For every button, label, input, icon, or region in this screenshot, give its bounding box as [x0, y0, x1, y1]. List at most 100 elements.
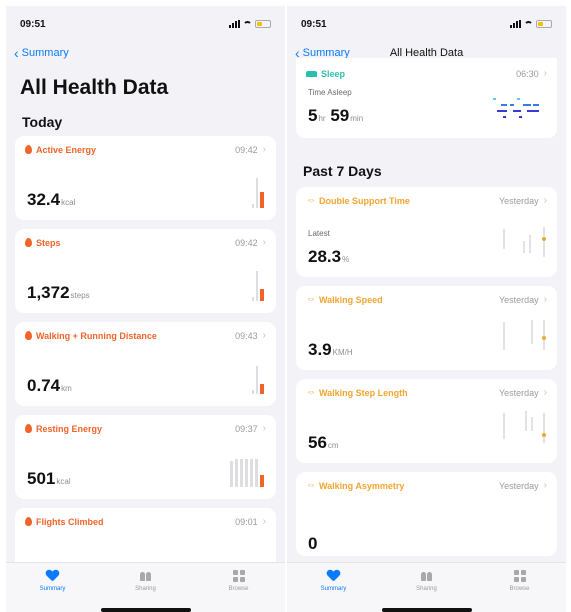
- card-list: ⇔ Double Support Time Yesterday › Latest 2…: [287, 187, 566, 556]
- tab-label: Browse: [228, 586, 249, 592]
- status-bar: 09:51: [6, 6, 285, 42]
- chevron-right-icon: ›: [262, 237, 266, 248]
- card-time: Yesterday: [498, 480, 539, 491]
- flame-icon: [25, 145, 32, 154]
- card-title: Active Energy: [36, 144, 97, 155]
- tab-sharing[interactable]: Sharing: [116, 569, 176, 592]
- tab-bar: Summary Sharing Browse: [6, 562, 285, 612]
- value-unit: steps: [70, 291, 90, 300]
- wifi-icon: [243, 20, 252, 28]
- right-screen: 09:51 ‹ Summary All Health Data Sleep 06…: [287, 6, 566, 612]
- card-sub-label: Time Asleep: [308, 88, 352, 97]
- tab-sharing[interactable]: Sharing: [397, 569, 457, 592]
- mini-chart: [230, 459, 264, 487]
- value-number: 1,372: [27, 283, 70, 302]
- status-time: 09:51: [20, 18, 46, 30]
- minutes-number: 59: [330, 106, 350, 125]
- card-walking-asymmetry[interactable]: ⇔ Walking Asymmetry Yesterday › 0: [296, 472, 557, 556]
- mini-chart: [252, 366, 264, 394]
- card-resting-energy[interactable]: Resting Energy 09:37 › 501kcal: [15, 415, 276, 499]
- left-screen: 09:51 ‹ Summary All Health Data Today Ac…: [6, 6, 285, 612]
- chevron-right-icon: ›: [262, 516, 266, 527]
- card-title: Walking Speed: [319, 294, 383, 305]
- card-list: Sleep 06:30 › Time Asleep 5hr 59min: [287, 58, 566, 138]
- back-button[interactable]: Summary: [22, 47, 69, 59]
- tab-summary[interactable]: Summary: [23, 569, 83, 592]
- card-title: Sleep: [321, 68, 346, 79]
- tab-summary[interactable]: Summary: [304, 569, 364, 592]
- value-unit: KM/H: [332, 348, 353, 357]
- card-sleep[interactable]: Sleep 06:30 › Time Asleep 5hr 59min: [296, 58, 557, 138]
- card-value: 3.9KM/H: [308, 340, 353, 360]
- value-unit: km: [61, 384, 72, 393]
- section-header: Past 7 Days: [303, 163, 382, 179]
- minutes-unit: min: [350, 114, 364, 123]
- flame-icon: [25, 517, 32, 526]
- card-list: Active Energy 09:42 › 32.4kcal Steps 09:4…: [6, 136, 285, 592]
- heart-icon: [327, 570, 340, 583]
- battery-icon: [536, 20, 552, 28]
- card-value: 56cm: [308, 433, 339, 453]
- card-double-support-time[interactable]: ⇔ Double Support Time Yesterday › Latest 2…: [296, 187, 557, 277]
- status-time: 09:51: [301, 18, 327, 30]
- value-number: 56: [308, 433, 327, 452]
- walking-icon: ⇔: [306, 387, 316, 398]
- card-value: 0: [308, 534, 317, 554]
- nav-bar: ‹ Summary: [6, 42, 285, 64]
- mini-chart: [501, 316, 546, 356]
- battery-icon: [255, 20, 271, 28]
- grid-icon: [232, 570, 245, 582]
- people-icon: [140, 571, 151, 581]
- value-unit: %: [342, 255, 350, 264]
- card-value: 5hr 59min: [308, 106, 363, 126]
- bed-icon: [306, 70, 317, 77]
- heart-icon: [46, 570, 59, 583]
- tab-label: Summary: [320, 586, 347, 592]
- card-walking-speed[interactable]: ⇔ Walking Speed Yesterday › 3.9KM/H: [296, 286, 557, 370]
- mini-chart: [252, 178, 264, 208]
- mini-chart: [501, 223, 546, 263]
- people-icon: [421, 571, 432, 581]
- wifi-icon: [524, 20, 533, 28]
- card-walking-step-length[interactable]: ⇔ Walking Step Length Yesterday › 56cm: [296, 379, 557, 463]
- walking-icon: ⇔: [306, 294, 316, 305]
- status-icons: [229, 20, 271, 28]
- value-number: 0.74: [27, 376, 61, 395]
- card-title: Resting Energy: [36, 423, 103, 434]
- card-value: 32.4kcal: [27, 190, 75, 210]
- card-walking-running-distance[interactable]: Walking + Running Distance 09:43 › 0.74km: [15, 322, 276, 406]
- back-chevron-icon[interactable]: ‹: [14, 46, 19, 60]
- card-time: 09:37: [235, 423, 258, 434]
- home-indicator: [381, 608, 472, 612]
- tab-browse[interactable]: Browse: [490, 569, 550, 592]
- home-indicator: [100, 608, 191, 612]
- card-value: 1,372steps: [27, 283, 90, 303]
- chevron-right-icon: ›: [543, 387, 547, 398]
- chevron-right-icon: ›: [543, 68, 547, 79]
- walking-icon: ⇔: [306, 480, 316, 491]
- card-title: Steps: [36, 237, 61, 248]
- tab-bar: Summary Sharing Browse: [287, 562, 566, 612]
- chevron-right-icon: ›: [543, 195, 547, 206]
- card-steps[interactable]: Steps 09:42 › 1,372steps: [15, 229, 276, 313]
- card-time: 09:43: [235, 330, 258, 341]
- value-number: 28.3: [308, 247, 342, 266]
- card-time: 09:42: [235, 144, 258, 155]
- card-active-energy[interactable]: Active Energy 09:42 › 32.4kcal: [15, 136, 276, 220]
- chevron-right-icon: ›: [262, 144, 266, 155]
- card-title: Walking Asymmetry: [319, 480, 405, 491]
- card-title: Walking + Running Distance: [36, 330, 157, 341]
- flame-icon: [25, 331, 32, 340]
- card-sub-label: Latest: [308, 229, 330, 238]
- tab-browse[interactable]: Browse: [209, 569, 269, 592]
- card-time: 09:01: [235, 516, 258, 527]
- card-time: Yesterday: [498, 195, 539, 206]
- status-icons: [510, 20, 552, 28]
- page-title: All Health Data: [20, 76, 169, 99]
- card-time: 06:30: [516, 68, 539, 79]
- chevron-right-icon: ›: [543, 480, 547, 491]
- value-number: 3.9: [308, 340, 332, 359]
- tab-label: Browse: [509, 586, 530, 592]
- mini-chart: [501, 409, 546, 449]
- flame-icon: [25, 424, 32, 433]
